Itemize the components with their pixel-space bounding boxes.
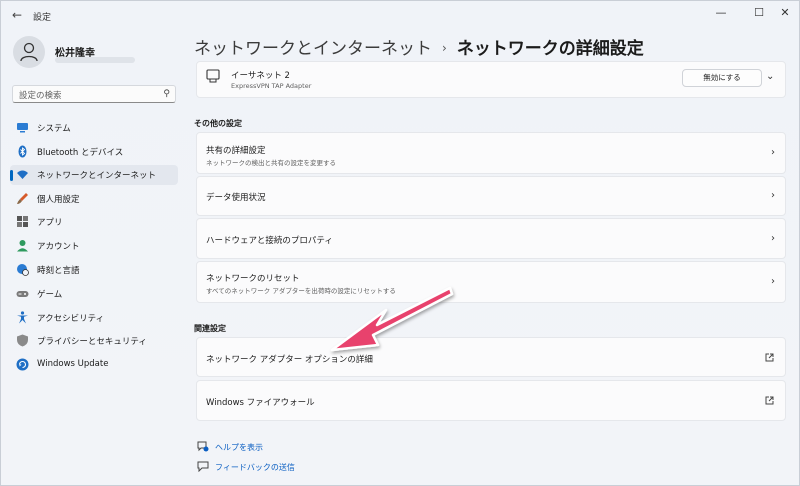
feedback-link[interactable]: フィードバックの送信 xyxy=(197,461,295,473)
chevron-right-icon: › xyxy=(771,276,775,287)
sidebar-item-label: プライバシーとセキュリティ xyxy=(37,337,147,347)
sidebar-item-bluetooth[interactable]: Bluetooth とデバイス xyxy=(10,142,178,162)
person-icon xyxy=(20,42,38,62)
card-subtitle: すべてのネットワーク アダプターを出荷時の設定にリセットする xyxy=(206,287,396,295)
paintbrush-icon xyxy=(17,193,28,204)
chevron-right-icon: › xyxy=(771,147,775,158)
avatar[interactable] xyxy=(13,36,45,68)
card-title: ネットワーク アダプター オプションの詳細 xyxy=(206,355,373,365)
wifi-icon xyxy=(17,170,28,179)
back-button[interactable]: ← xyxy=(9,7,25,23)
globe-clock-icon xyxy=(17,264,29,276)
sidebar-item-label: Bluetooth とデバイス xyxy=(37,148,124,158)
close-button[interactable]: ✕ xyxy=(771,4,799,22)
data-usage-card[interactable]: データ使用状況 › xyxy=(196,176,786,216)
help-link-label: ヘルプを表示 xyxy=(215,443,263,452)
search-placeholder: 設定の検索 xyxy=(19,91,62,101)
apps-icon xyxy=(17,216,28,227)
breadcrumb-separator: › xyxy=(442,41,447,55)
sidebar-item-label: アカウント xyxy=(37,242,80,252)
active-indicator xyxy=(10,170,13,181)
account-icon xyxy=(17,240,28,252)
search-icon: ⚲ xyxy=(163,89,170,99)
sidebar-item-network[interactable]: ネットワークとインターネット xyxy=(10,165,178,185)
help-icon xyxy=(197,441,209,452)
breadcrumb: ネットワークとインターネット › ネットワークの詳細設定 xyxy=(194,34,644,59)
sidebar-item-accounts[interactable]: アカウント xyxy=(10,236,178,256)
card-title: 共有の詳細設定 xyxy=(206,146,266,156)
settings-window: ← 設定 — ☐ ✕ 松井隆幸 設定の検索 ⚲ システム Bluetooth と… xyxy=(0,0,800,486)
card-title: ハードウェアと接続のプロパティ xyxy=(206,236,333,246)
sidebar-item-privacy[interactable]: プライバシーとセキュリティ xyxy=(10,331,178,351)
firewall-card[interactable]: Windows ファイアウォール xyxy=(196,380,786,421)
sidebar-item-gaming[interactable]: ゲーム xyxy=(10,284,178,304)
external-link-icon xyxy=(765,396,774,405)
sidebar-item-label: 個人用設定 xyxy=(37,195,80,205)
shield-icon xyxy=(17,334,28,347)
sidebar-item-time-language[interactable]: 時刻と言語 xyxy=(10,260,178,280)
bluetooth-icon xyxy=(18,145,27,158)
update-icon xyxy=(16,358,29,371)
system-icon xyxy=(17,123,28,133)
maximize-button[interactable]: ☐ xyxy=(745,4,773,22)
profile-email-redacted xyxy=(55,57,135,63)
search-input[interactable]: 設定の検索 ⚲ xyxy=(12,85,176,103)
feedback-icon xyxy=(197,461,209,473)
help-link[interactable]: ヘルプを表示 xyxy=(197,441,263,453)
sidebar-item-label: Windows Update xyxy=(37,359,109,369)
feedback-link-label: フィードバックの送信 xyxy=(215,463,295,472)
sidebar-item-label: システム xyxy=(37,124,71,134)
sidebar-item-personalization[interactable]: 個人用設定 xyxy=(10,189,178,209)
hardware-properties-card[interactable]: ハードウェアと接続のプロパティ › xyxy=(196,218,786,259)
sidebar-item-windows-update[interactable]: Windows Update xyxy=(10,355,178,375)
adapter-options-card[interactable]: ネットワーク アダプター オプションの詳細 xyxy=(196,337,786,377)
card-title: ネットワークのリセット xyxy=(206,274,300,284)
section-heading-related: 関連設定 xyxy=(194,324,226,333)
sidebar-item-system[interactable]: システム xyxy=(10,118,178,138)
disable-adapter-button[interactable]: 無効にする xyxy=(682,69,762,87)
sidebar-item-label: ゲーム xyxy=(37,290,63,300)
card-subtitle: ネットワークの検出と共有の設定を変更する xyxy=(206,159,336,167)
chevron-right-icon: › xyxy=(771,190,775,201)
sidebar-item-label: 時刻と言語 xyxy=(37,266,80,276)
minimize-button[interactable]: — xyxy=(707,4,735,22)
card-title: データ使用状況 xyxy=(206,193,266,203)
chevron-right-icon: › xyxy=(771,233,775,244)
sidebar-item-accessibility[interactable]: アクセシビリティ xyxy=(10,308,178,328)
adapter-name: イーサネット 2 xyxy=(231,71,290,81)
sidebar-item-label: ネットワークとインターネット xyxy=(37,171,157,181)
sidebar-item-label: アプリ xyxy=(37,218,63,228)
accessibility-icon xyxy=(17,311,28,324)
section-heading-other: その他の設定 xyxy=(194,119,242,128)
expand-chevron-icon[interactable]: ⌄ xyxy=(766,71,774,82)
app-title: 設定 xyxy=(33,13,52,23)
breadcrumb-parent[interactable]: ネットワークとインターネット xyxy=(194,39,432,59)
ethernet-icon xyxy=(206,69,220,83)
sidebar-item-label: アクセシビリティ xyxy=(37,314,105,324)
sidebar-item-apps[interactable]: アプリ xyxy=(10,212,178,232)
gamepad-icon xyxy=(16,291,29,297)
title-bar: ← 設定 — ☐ ✕ xyxy=(1,1,799,31)
external-link-icon xyxy=(765,353,774,362)
advanced-sharing-card[interactable]: 共有の詳細設定 ネットワークの検出と共有の設定を変更する › xyxy=(196,132,786,174)
page-title: ネットワークの詳細設定 xyxy=(456,39,644,59)
card-title: Windows ファイアウォール xyxy=(206,398,315,408)
network-reset-card[interactable]: ネットワークのリセット すべてのネットワーク アダプターを出荷時の設定にリセット… xyxy=(196,261,786,303)
adapter-description: ExpressVPN TAP Adapter xyxy=(231,82,312,90)
